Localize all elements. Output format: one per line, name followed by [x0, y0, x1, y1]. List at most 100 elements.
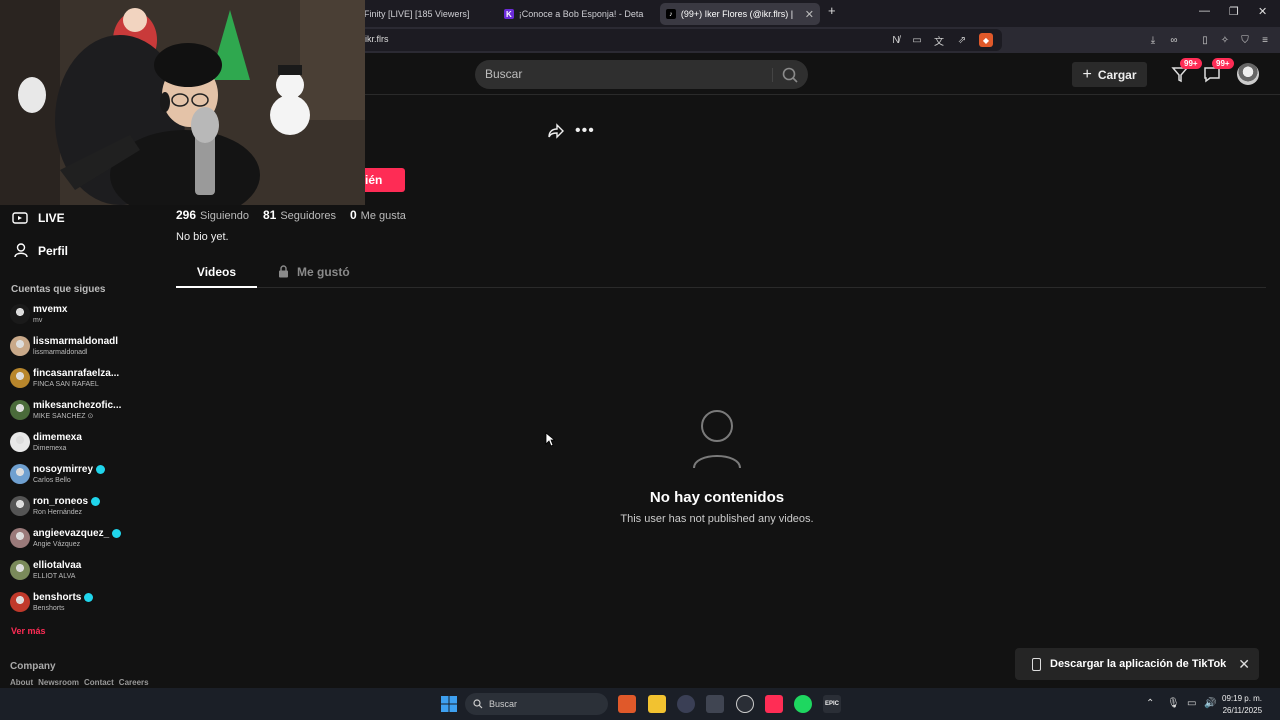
upload-label: Cargar — [1097, 67, 1137, 82]
following-account-item[interactable]: nosoymirrey Carlos Bello — [10, 460, 106, 488]
sidebar-item-live[interactable]: LIVE — [12, 211, 65, 225]
account-username-text: nosoymirrey — [33, 463, 94, 475]
account-names: ron_roneos Ron Hernández — [33, 496, 101, 516]
footer-link-newsroom[interactable]: Newsroom — [38, 678, 79, 687]
close-tab-icon[interactable]: ✕ — [805, 8, 814, 21]
app-grid-icon[interactable] — [706, 695, 724, 713]
following-account-item[interactable]: dimemexa Dimemexa — [10, 428, 82, 456]
brave-shields-icon[interactable]: ◆ — [979, 33, 993, 47]
sidebar: LIVE Perfil Cuentas que sigues mvemx mv li… — [0, 205, 160, 688]
account-username-text: dimemexa — [33, 431, 82, 443]
tab-title: (99+) Iker Flores (@ikr.flrs) | TikTok — [680, 9, 795, 19]
account-names: elliotalvaa ELLIOT ALVA — [33, 560, 81, 580]
account-username: fincasanrafaelza... — [33, 367, 120, 379]
account-username-text: mikesanchezofic... — [33, 399, 122, 411]
tiktok-app-icon[interactable] — [765, 695, 783, 713]
no-tracking-icon[interactable]: N̸ — [889, 33, 903, 47]
profile-bio: No bio yet. — [176, 231, 229, 243]
account-username: ron_roneos — [33, 496, 101, 507]
tab-liked[interactable]: Me gustó — [278, 262, 350, 288]
browser-tab-2[interactable]: K ¡Conoce a Bob Esponja! - Detalles - K — [498, 3, 650, 25]
upload-button[interactable]: + Cargar — [1072, 62, 1147, 87]
following-account-item[interactable]: benshorts Benshorts — [10, 588, 94, 616]
close-toast-icon[interactable]: ✕ — [1238, 656, 1250, 673]
following-account-item[interactable]: elliotalvaa ELLIOT ALVA — [10, 556, 81, 584]
url-bar[interactable]: ikr.flrs N̸ ▭ 文 ⇗ ◆ — [355, 29, 1002, 51]
search-icon[interactable] — [780, 65, 800, 85]
close-window-icon[interactable]: ✕ — [1258, 5, 1267, 18]
account-display-name: ELLIOT ALVA — [33, 572, 76, 580]
account-avatar — [10, 528, 30, 548]
epic-games-icon[interactable]: EPIC — [823, 695, 841, 713]
followers-label: Seguidores — [280, 210, 336, 222]
download-app-toast[interactable]: Descargar la aplicación de TikTok ✕ — [1015, 648, 1259, 680]
search-bar[interactable]: Buscar — [475, 60, 808, 89]
account-username: elliotalvaa — [33, 560, 81, 571]
download-icon[interactable]: ⤓ — [1146, 33, 1160, 47]
account-names: mvemx mv — [33, 304, 67, 324]
account-avatar — [10, 368, 30, 388]
account-username-text: fincasanrafaelza... — [33, 367, 120, 379]
sidebar-toggle-icon[interactable]: ▯ — [1198, 33, 1212, 47]
account-avatar — [10, 432, 30, 452]
file-explorer-icon[interactable] — [648, 695, 666, 713]
translate-icon[interactable]: 文 — [932, 33, 946, 48]
menu-icon[interactable]: ≡ — [1258, 33, 1272, 47]
tab-videos[interactable]: Videos — [176, 262, 257, 288]
brave-browser-icon[interactable] — [618, 695, 636, 713]
sidebar-item-profile[interactable]: Perfil — [14, 243, 68, 258]
more-options-icon[interactable]: ••• — [575, 122, 595, 140]
following-account-item[interactable]: mvemx mv — [10, 300, 67, 328]
following-account-item[interactable]: lissmarmaldonadl lissmarmaldonadl — [10, 332, 118, 360]
follow-button[interactable]: ién — [365, 168, 405, 192]
browser-tab-3-active[interactable]: ♪ (99+) Iker Flores (@ikr.flrs) | TikTok… — [660, 3, 820, 25]
app-arrow-icon[interactable] — [677, 695, 695, 713]
search-divider — [772, 68, 773, 82]
account-display-name: Ron Hernández — [33, 508, 83, 516]
verified-badge-icon — [91, 497, 101, 506]
browser-tab-1[interactable]: Finity [LIVE] [185 Viewers] — [358, 3, 498, 25]
user-avatar[interactable] — [1237, 63, 1259, 85]
vpn-shield-icon[interactable]: ⛉ — [1238, 33, 1252, 47]
following-account-item[interactable]: mikesanchezofic... MIKE SANCHEZ ⊙ — [10, 396, 121, 424]
share-icon[interactable] — [547, 122, 565, 140]
live-icon — [12, 212, 28, 224]
share-page-icon[interactable]: ⇗ — [955, 33, 969, 47]
microphone-icon[interactable]: 🎙 — [1167, 698, 1180, 709]
see-more-link[interactable]: Ver más — [11, 626, 46, 636]
kick-favicon-icon: K — [504, 9, 514, 19]
account-avatar — [10, 560, 30, 580]
minimize-icon[interactable]: — — [1199, 5, 1210, 17]
tray-overflow-icon[interactable]: ⌃ — [1146, 698, 1154, 709]
download-app-label: Descargar la aplicación de TikTok — [1050, 658, 1227, 670]
account-names: mikesanchezofic... MIKE SANCHEZ ⊙ — [33, 399, 122, 420]
search-input[interactable]: Buscar — [485, 60, 522, 89]
windows-start-icon[interactable] — [440, 695, 458, 713]
app-clock-icon[interactable] — [736, 695, 754, 713]
following-account-item[interactable]: angieevazquez_ Angie Vázquez — [10, 524, 122, 552]
account-display-name: Carlos Bello — [33, 476, 71, 484]
verified-badge-icon — [96, 465, 106, 474]
footer-link-contact[interactable]: Contact — [84, 678, 114, 687]
new-tab-button[interactable]: + — [828, 3, 836, 18]
footer-link-about[interactable]: About — [10, 678, 33, 687]
account-names: benshorts Benshorts — [33, 592, 94, 612]
ai-assistant-icon[interactable]: ✧ — [1218, 33, 1232, 47]
account-username-text: lissmarmaldonadl — [33, 335, 119, 347]
following-account-item[interactable]: fincasanrafaelza... FINCA SAN RAFAEL — [10, 364, 119, 392]
link-icon[interactable]: ∞ — [1167, 33, 1181, 47]
cast-icon[interactable]: ▭ — [910, 33, 924, 47]
taskbar-clock[interactable]: 09:19 p. m. 26/11/2025 — [1222, 693, 1262, 717]
following-label: Siguiendo — [200, 210, 249, 222]
taskbar-search[interactable]: Buscar — [465, 693, 608, 715]
display-icon[interactable]: ▭ — [1187, 698, 1196, 709]
following-account-item[interactable]: ron_roneos Ron Hernández — [10, 492, 101, 520]
footer-link-careers[interactable]: Careers — [119, 678, 149, 687]
sidebar-item-label: LIVE — [38, 211, 65, 225]
account-display-name: mv — [33, 316, 43, 324]
maximize-icon[interactable]: ❐ — [1229, 5, 1239, 18]
following-stat[interactable]: 296 Siguiendo — [176, 208, 249, 222]
followers-stat[interactable]: 81 Seguidores — [263, 208, 336, 222]
spotify-icon[interactable] — [794, 695, 812, 713]
volume-icon[interactable]: 🔊 — [1204, 698, 1216, 709]
